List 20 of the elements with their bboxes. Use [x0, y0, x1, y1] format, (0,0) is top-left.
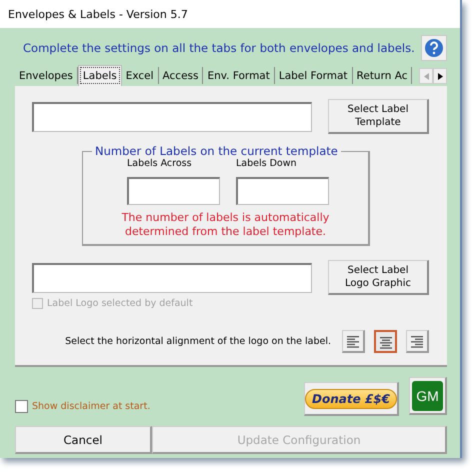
- tab[interactable]: Access: [158, 67, 204, 84]
- window-title: Envelopes & Labels - Version 5.7: [8, 8, 188, 20]
- tab[interactable]: Env. Format: [203, 67, 275, 84]
- tab[interactable]: Return Ac: [352, 67, 412, 84]
- donate-button[interactable]: Donate £$€: [304, 382, 399, 416]
- field-label: Labels Across: [127, 158, 193, 169]
- info-note: The number of labels is automatically determined from the label template.: [120, 211, 330, 240]
- tab[interactable]: Label Format: [274, 67, 353, 84]
- select-template-button[interactable]: Select Label Template: [328, 99, 429, 134]
- tab[interactable]: Excel: [122, 67, 159, 84]
- group-title: Number of Labels on the current template: [94, 144, 339, 158]
- tab[interactable]: Labels: [78, 65, 122, 86]
- field-label: Labels Down: [236, 158, 298, 169]
- cancel-button[interactable]: Cancel: [15, 426, 152, 454]
- gm-button[interactable]: GM: [409, 377, 447, 415]
- select-logo-button[interactable]: Select Label Logo Graphic: [328, 260, 429, 295]
- instructions-text: Complete the settings on all the tabs for both envelopes and labels.: [22, 41, 415, 55]
- checkbox-label: Label Logo selected by default: [47, 298, 193, 309]
- checkbox-label: Show disclaimer at start.: [32, 400, 150, 412]
- alignment-prompt: Select the horizontal alignment of the logo on the label.: [65, 336, 331, 347]
